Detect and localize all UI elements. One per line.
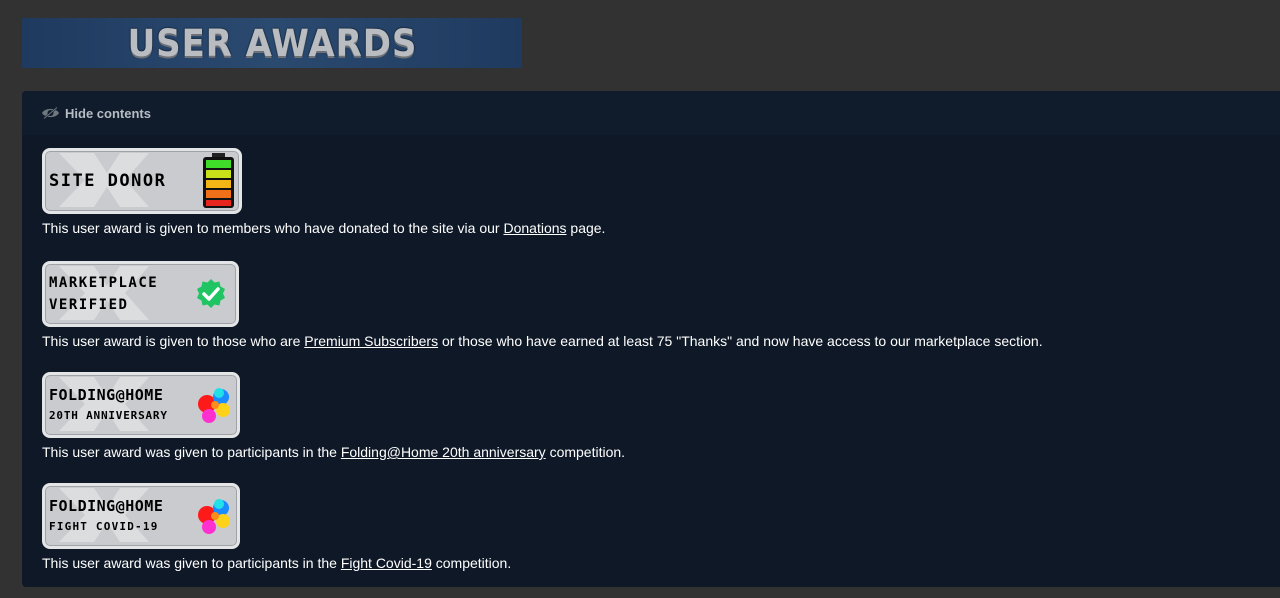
award-description: This user award was given to participant… [42,444,626,460]
panel-header[interactable]: Hide contents [22,91,1280,135]
premium-subscribers-link[interactable]: Premium Subscribers [304,333,438,349]
eye-slash-icon [41,106,60,120]
x-watermark-icon [59,377,149,431]
banner-title: USER AWARDS [127,21,417,65]
folding-molecule-icon [198,499,230,534]
battery-icon [203,153,234,208]
badge-line2: VERIFIED [49,297,129,313]
marketplace-verified-badge: MARKETPLACE VERIFIED [42,261,239,327]
award-description: This user award is given to members who … [42,220,606,236]
badge-line1: FOLDING@HOME [49,497,164,515]
donations-link[interactable]: Donations [503,220,566,236]
x-watermark-icon [59,266,149,320]
badge-line1: MARKETPLACE [49,275,159,291]
folding-20th-link[interactable]: Folding@Home 20th anniversary [341,444,546,460]
user-awards-banner: USER AWARDS [22,18,522,68]
award-folding-20th: FOLDING@HOME 20TH ANNIVERSARY This user … [42,372,625,460]
site-donor-badge: SITE DONOR [42,148,242,214]
award-folding-covid: FOLDING@HOME FIGHT COVID-19 This user aw… [42,483,511,571]
x-watermark-icon [59,488,149,542]
folding-covid-badge: FOLDING@HOME FIGHT COVID-19 [42,483,240,549]
fight-covid-link[interactable]: Fight Covid-19 [341,555,432,571]
badge-line2: 20TH ANNIVERSARY [49,409,168,422]
award-marketplace-verified: MARKETPLACE VERIFIED This user award is … [42,261,1043,349]
awards-panel: Hide contents SITE DONOR This user award… [22,91,1280,587]
verified-check-icon [197,279,225,308]
hide-contents-toggle[interactable]: Hide contents [65,106,151,121]
badge-line1: FOLDING@HOME [49,386,164,404]
award-description: This user award was given to participant… [42,555,512,571]
award-description: This user award is given to those who ar… [42,333,1043,349]
folding-molecule-icon [198,388,230,423]
badge-line2: FIGHT COVID-19 [49,520,159,533]
folding-20th-badge: FOLDING@HOME 20TH ANNIVERSARY [42,372,240,438]
badge-line1: SITE DONOR [49,171,167,191]
award-site-donor: SITE DONOR This user award is given to m… [42,148,605,236]
